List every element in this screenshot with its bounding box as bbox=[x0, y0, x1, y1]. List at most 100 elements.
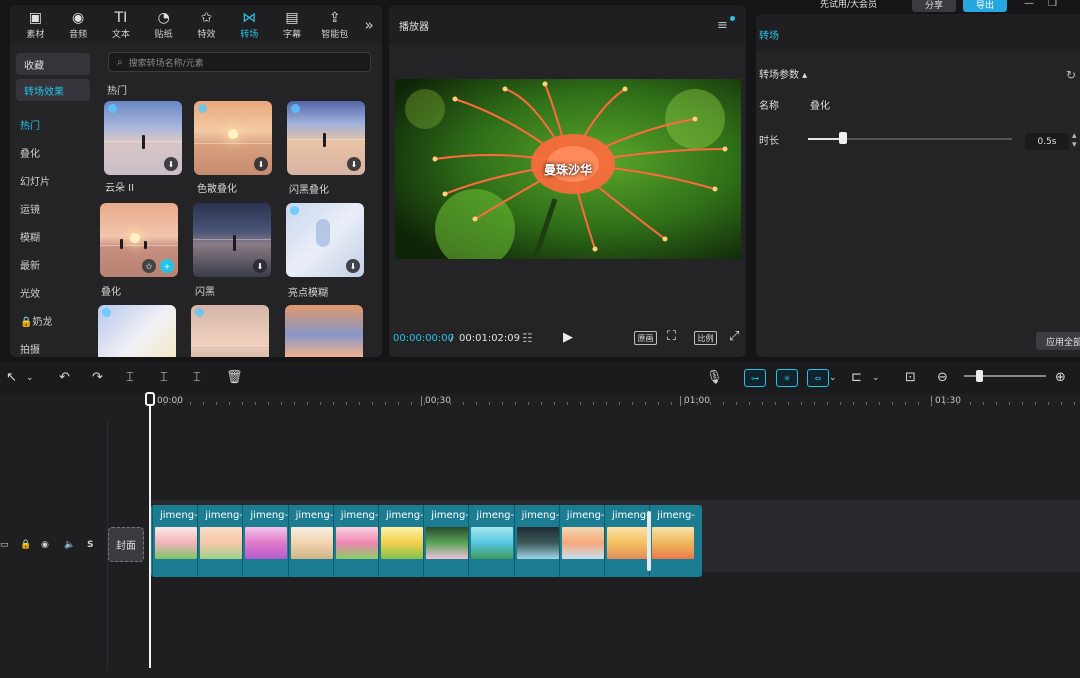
zoom-out-icon[interactable]: ⊖ bbox=[937, 370, 948, 386]
favorite-icon[interactable]: ✩ bbox=[142, 259, 156, 273]
video-clip[interactable]: jimeng- bbox=[378, 505, 424, 577]
transition-card-flash-black[interactable]: ⬇ bbox=[193, 203, 271, 277]
nav-item-nailong[interactable]: 🔒奶龙 bbox=[20, 313, 52, 328]
microphone-icon[interactable]: 🎙 bbox=[706, 370, 723, 386]
video-preview[interactable]: 曼珠沙华 bbox=[395, 79, 741, 259]
chevron-down-icon[interactable]: ⌄ bbox=[26, 370, 34, 386]
nav-item-light[interactable]: 光效 bbox=[20, 285, 40, 300]
split-right-icon[interactable]: ⌶ bbox=[193, 370, 201, 386]
video-clip[interactable]: jimeng- bbox=[649, 505, 695, 577]
transition-marker[interactable] bbox=[647, 511, 652, 571]
duration-input[interactable]: 0.5s bbox=[1025, 133, 1069, 150]
fullscreen-preview-icon[interactable]: ⛶ bbox=[667, 329, 676, 344]
video-clip[interactable]: jimeng- bbox=[604, 505, 650, 577]
apply-all-button[interactable]: 应用全部 bbox=[1036, 332, 1080, 350]
transition-card-highlight-blur[interactable]: ⬇ bbox=[286, 203, 364, 277]
zoom-in-icon[interactable]: ⊕ bbox=[1055, 370, 1066, 386]
nav-item-blur[interactable]: 模糊 bbox=[20, 229, 40, 244]
track-visibility-box-icon[interactable]: ▭ bbox=[0, 540, 9, 550]
playhead-handle[interactable] bbox=[145, 392, 155, 406]
share-button[interactable]: 分享 bbox=[912, 0, 956, 12]
cover-button[interactable]: 封面 bbox=[108, 527, 144, 562]
undo-icon[interactable]: ↶ bbox=[59, 370, 70, 386]
ruler-minor-tick bbox=[1035, 402, 1036, 405]
video-clip[interactable]: jimeng- bbox=[468, 505, 514, 577]
duration-stepper-icon[interactable]: ▴ ▾ bbox=[1072, 132, 1077, 150]
transition-card-row3-2[interactable] bbox=[191, 305, 269, 357]
ruler-minor-tick bbox=[528, 402, 529, 405]
transition-card-row3-3[interactable] bbox=[285, 305, 363, 357]
video-clip[interactable]: jimeng- bbox=[332, 505, 379, 577]
nav-item-slideshow[interactable]: 幻灯片 bbox=[20, 173, 50, 188]
minimize-icon[interactable]: — bbox=[1024, 0, 1034, 9]
transition-card-dissolve[interactable]: ✩ + bbox=[100, 203, 178, 277]
transition-card-flash-black-dissolve[interactable]: ⬇ bbox=[287, 101, 365, 175]
zoom-slider-handle[interactable] bbox=[976, 370, 983, 382]
ruler-minor-tick bbox=[424, 402, 425, 405]
video-clip[interactable]: jimeng- bbox=[558, 505, 605, 577]
download-icon[interactable]: ⬇ bbox=[254, 157, 268, 171]
delete-icon[interactable]: 🗑 bbox=[226, 370, 243, 386]
menu-icon[interactable]: ≡ bbox=[717, 18, 728, 33]
play-icon[interactable]: ▶ bbox=[563, 330, 573, 345]
redo-icon[interactable]: ↷ bbox=[92, 370, 103, 386]
chevron-down-icon[interactable]: ⌄ bbox=[829, 370, 837, 386]
video-clip[interactable]: jimeng- bbox=[423, 505, 469, 577]
nav-favorites[interactable]: 收藏 bbox=[16, 53, 90, 75]
linkage-icon[interactable]: ⇔ bbox=[807, 369, 829, 387]
video-clip[interactable]: jimeng- bbox=[513, 505, 559, 577]
lock-icon[interactable]: 🔒 bbox=[20, 540, 31, 550]
volume-icon[interactable]: 🔈 bbox=[64, 540, 75, 550]
nav-item-hot[interactable]: 热门 bbox=[20, 117, 40, 132]
main-track-magnet-icon[interactable]: ⊶ bbox=[744, 369, 766, 387]
tab-sticker[interactable]: ◔ 贴纸 bbox=[142, 7, 185, 43]
search-input[interactable]: ⌕ 搜索转场名称/元素 bbox=[108, 52, 371, 72]
maximize-icon[interactable]: ❐ bbox=[1048, 0, 1057, 9]
split-icon[interactable]: ⌶ bbox=[126, 370, 134, 386]
transition-card-color-dissolve[interactable]: ⬇ bbox=[194, 101, 272, 175]
download-icon[interactable]: ⬇ bbox=[347, 157, 361, 171]
select-cursor-icon[interactable]: ↖ bbox=[6, 370, 17, 386]
transition-card-cloud[interactable]: ⬇ bbox=[104, 101, 182, 175]
tab-effects[interactable]: ✩ 特效 bbox=[185, 7, 228, 43]
tab-text[interactable]: TI 文本 bbox=[100, 7, 143, 43]
add-icon[interactable]: + bbox=[160, 259, 174, 273]
chevron-down-icon[interactable]: ⌄ bbox=[872, 370, 880, 386]
auto-snap-icon[interactable]: ✳ bbox=[776, 369, 798, 387]
new-badge-icon bbox=[195, 308, 204, 317]
fullscreen-icon[interactable]: ⤢ bbox=[729, 329, 739, 344]
original-quality-button[interactable]: 原画 bbox=[634, 331, 657, 345]
nav-transition-effects[interactable]: 转场效果 bbox=[16, 79, 90, 101]
vip-badge[interactable]: 先试用/大会员 bbox=[820, 0, 877, 10]
video-clip[interactable]: jimeng- bbox=[287, 505, 333, 577]
aspect-ratio-button[interactable]: 比例 bbox=[694, 331, 717, 345]
param-section-toggle[interactable]: 转场参数 ▴ bbox=[759, 66, 807, 81]
eye-icon[interactable]: ◉ bbox=[41, 540, 49, 550]
nav-item-dissolve[interactable]: 叠化 bbox=[20, 145, 40, 160]
preview-axis-icon[interactable]: ⊏ bbox=[851, 370, 862, 386]
screenshot-icon[interactable]: ⊡ bbox=[905, 370, 916, 386]
split-left-icon[interactable]: ⌶ bbox=[160, 370, 168, 386]
video-clip[interactable]: jimeng- bbox=[152, 505, 198, 577]
more-tabs-icon[interactable]: » bbox=[356, 7, 382, 43]
duration-slider-handle[interactable] bbox=[838, 132, 847, 144]
tab-media[interactable]: ▣ 素材 bbox=[14, 7, 57, 43]
transition-card-row3-1[interactable] bbox=[98, 305, 176, 357]
reset-icon[interactable]: ↻ bbox=[1066, 68, 1076, 82]
tab-audio[interactable]: ◉ 音频 bbox=[57, 7, 100, 43]
tab-smart-pack[interactable]: ⇪ 智能包 bbox=[313, 7, 356, 43]
export-button[interactable]: 导出 bbox=[963, 0, 1007, 12]
nav-item-camera-move[interactable]: 运镜 bbox=[20, 201, 40, 216]
nav-item-shoot[interactable]: 拍摄 bbox=[20, 341, 40, 356]
solo-icon[interactable]: S bbox=[87, 540, 93, 550]
tab-transition[interactable]: ⋈ 转场 bbox=[228, 7, 271, 43]
video-clip[interactable]: jimeng- bbox=[242, 505, 288, 577]
download-icon[interactable]: ⬇ bbox=[346, 259, 360, 273]
tab-subtitle[interactable]: ▤ 字幕 bbox=[271, 7, 314, 43]
playhead[interactable] bbox=[149, 398, 151, 668]
download-icon[interactable]: ⬇ bbox=[164, 157, 178, 171]
download-icon[interactable]: ⬇ bbox=[253, 259, 267, 273]
video-clip[interactable]: jimeng- bbox=[197, 505, 243, 577]
nav-item-latest[interactable]: 最新 bbox=[20, 257, 40, 272]
grid-list-icon[interactable]: ☷ bbox=[522, 331, 533, 345]
